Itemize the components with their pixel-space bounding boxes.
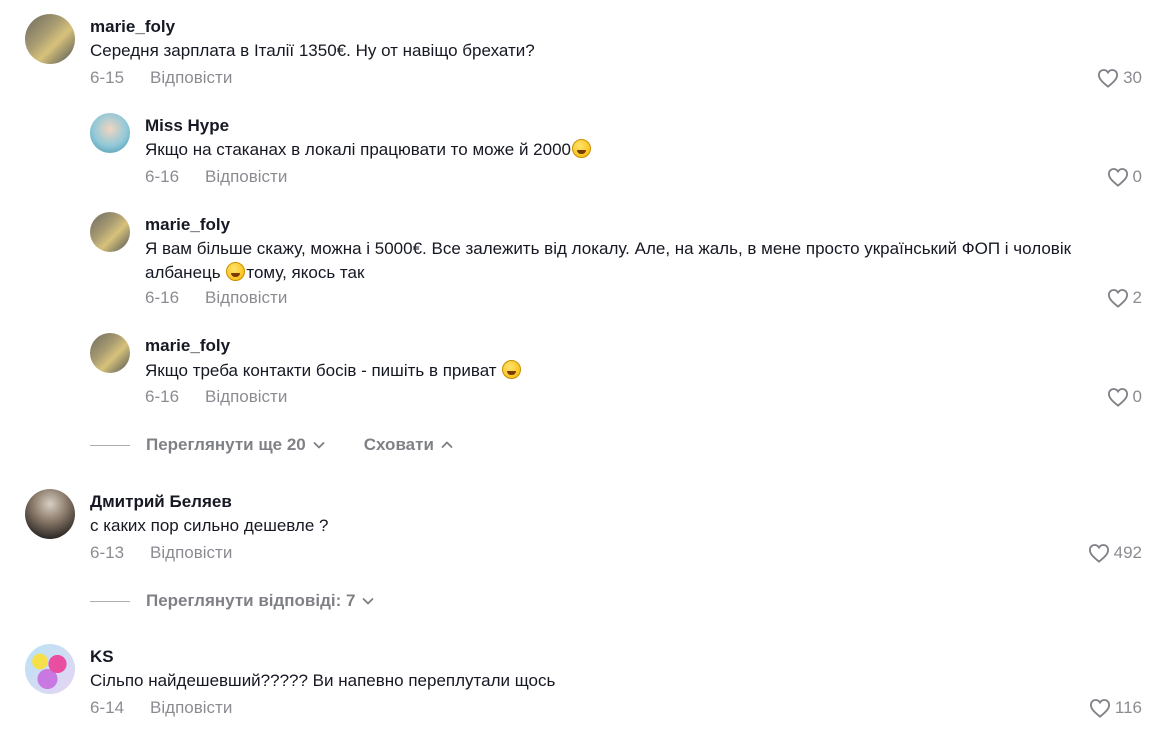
- avatar[interactable]: [90, 333, 130, 373]
- comment-date: 6-16: [145, 167, 180, 186]
- chevron-down-icon: [313, 442, 325, 449]
- reply-button[interactable]: Відповісти: [150, 698, 232, 717]
- heart-outline-icon: [1088, 544, 1109, 563]
- comment-text: Якщо треба контакти босів - пишіть в при…: [145, 359, 522, 383]
- sweat-smile-emoji-icon: [226, 262, 246, 281]
- like-count: 30: [1123, 68, 1142, 87]
- like-button[interactable]: 0: [1107, 387, 1142, 407]
- like-count: 2: [1132, 288, 1142, 307]
- reply-button[interactable]: Відповісти: [205, 387, 287, 406]
- heart-outline-icon: [1107, 388, 1128, 407]
- avatar[interactable]: [25, 489, 75, 539]
- heart-outline-icon: [1089, 699, 1110, 718]
- comment-meta: 6-13 Відповісти: [90, 543, 232, 563]
- comment-text-line: Я вам більше скажу, можна і 5000€. Все з…: [145, 239, 1072, 258]
- like-count: 492: [1113, 543, 1142, 562]
- heart-outline-icon: [1107, 289, 1128, 308]
- heart-outline-icon: [1107, 168, 1128, 187]
- comment-date: 6-15: [90, 68, 125, 87]
- grinning-emoji-icon: [502, 360, 522, 379]
- view-more-replies-button[interactable]: Переглянути ще 20: [146, 435, 326, 455]
- comment-username[interactable]: marie_foly: [145, 215, 230, 235]
- like-count: 0: [1132, 387, 1142, 406]
- laughing-emoji-icon: [571, 139, 591, 158]
- chevron-up-icon: [441, 441, 453, 448]
- like-button[interactable]: 2: [1107, 288, 1142, 308]
- heart-outline-icon: [1098, 69, 1119, 88]
- reply-button[interactable]: Відповісти: [205, 288, 287, 307]
- comment-username[interactable]: Дмитрий Беляев: [90, 492, 232, 512]
- comment-meta: 6-16 Відповісти: [145, 288, 287, 308]
- comment-text-line: тому, якось так: [246, 263, 365, 282]
- comment-username[interactable]: marie_foly: [145, 336, 230, 356]
- like-count: 116: [1114, 698, 1142, 717]
- chevron-down-icon: [363, 598, 374, 605]
- like-button[interactable]: 492: [1088, 543, 1142, 563]
- comment-text: Середня зарплата в Італії 1350€. Ну от н…: [90, 41, 535, 60]
- like-count: 0: [1132, 167, 1142, 186]
- like-button[interactable]: 0: [1107, 167, 1142, 187]
- reply-button[interactable]: Відповісти: [150, 68, 232, 87]
- comment-meta: 6-14 Відповісти: [90, 698, 232, 718]
- reply-button[interactable]: Відповісти: [150, 543, 232, 562]
- avatar[interactable]: [25, 644, 75, 694]
- thread-controls: Переглянути відповіді: 7: [90, 591, 375, 611]
- comment-text-content: Якщо треба контакти босів - пишіть в при…: [145, 361, 497, 380]
- comment-text: с каких пор сильно дешевле ?: [90, 516, 329, 535]
- comment-text: Сільпо найдешевший????? Ви напевно переп…: [90, 671, 556, 690]
- comment-username[interactable]: Miss Hype: [145, 116, 229, 136]
- thread-controls: Переглянути ще 20 Сховати: [90, 435, 454, 455]
- comment-username[interactable]: marie_foly: [90, 17, 175, 37]
- like-button[interactable]: 30: [1097, 68, 1142, 88]
- avatar[interactable]: [90, 113, 130, 153]
- comment-date: 6-16: [145, 288, 180, 307]
- comment-date: 6-14: [90, 698, 125, 717]
- comment-meta: 6-16 Відповісти: [145, 167, 287, 187]
- hide-replies-button[interactable]: Сховати: [364, 435, 454, 455]
- comment-meta: 6-15 Відповісти: [90, 68, 232, 88]
- comment-date: 6-13: [90, 543, 125, 562]
- view-replies-label: Переглянути відповіді: 7: [146, 591, 356, 610]
- hide-label: Сховати: [363, 435, 434, 454]
- comment-text: Я вам більше скажу, можна і 5000€. Все з…: [145, 237, 1145, 285]
- reply-button[interactable]: Відповісти: [205, 167, 287, 186]
- view-more-label: Переглянути ще 20: [146, 435, 306, 454]
- comment-text-line: албанець: [145, 263, 221, 282]
- like-button[interactable]: 116: [1089, 698, 1142, 718]
- avatar[interactable]: [90, 212, 130, 252]
- avatar[interactable]: [25, 14, 75, 64]
- thread-divider: [90, 444, 130, 446]
- comment-text: Якщо на стаканах в локалі працювати то м…: [145, 138, 592, 162]
- comment-meta: 6-16 Відповісти: [145, 387, 287, 407]
- comment-username[interactable]: KS: [90, 647, 114, 667]
- view-replies-button[interactable]: Переглянути відповіді: 7: [146, 591, 375, 611]
- comment-text-content: Якщо на стаканах в локалі працювати то м…: [145, 140, 571, 159]
- thread-divider: [90, 600, 130, 602]
- comment-date: 6-16: [145, 387, 180, 406]
